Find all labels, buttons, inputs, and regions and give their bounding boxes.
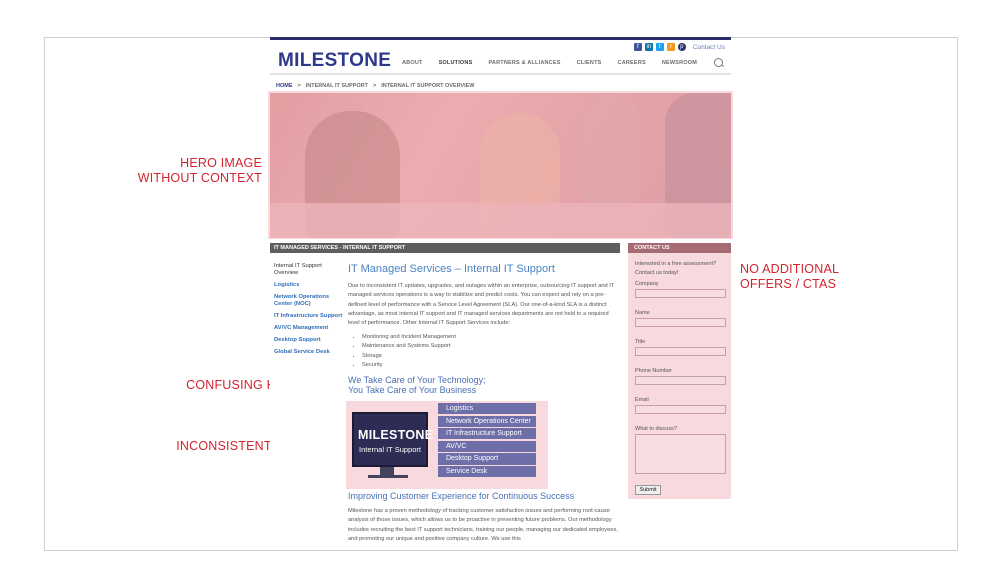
title-field[interactable]	[635, 347, 726, 356]
site-logo[interactable]: MILESTONE	[278, 50, 391, 72]
sidebar-item-avvc[interactable]: AV/VC Management	[274, 325, 344, 332]
list-item: Maintenance and Systems Support	[362, 342, 456, 351]
email-field[interactable]	[635, 405, 726, 414]
methodology-paragraph: Milestone has a proven methodology of tr…	[348, 508, 618, 542]
services-graphic: MILESTONE Internal IT Support Logistics …	[346, 401, 548, 489]
annotation-hero-line1: HERO IMAGE	[180, 156, 262, 170]
graphic-service-item: Desktop Support	[438, 453, 536, 465]
graphic-service-item: Logistics	[438, 403, 536, 415]
annotation-hero: HERO IMAGE WITHOUT CONTEXT	[120, 156, 262, 186]
name-label: Name	[635, 310, 650, 316]
sidebar-item-infrastructure[interactable]: IT Infrastructure Support	[274, 313, 344, 320]
list-item: Security	[362, 361, 456, 370]
breadcrumb-current: INTERNAL IT SUPPORT OVERVIEW	[381, 83, 475, 89]
annotation-offers: NO ADDITIONAL OFFERS / CTAS	[740, 262, 890, 292]
discuss-label: What to discuss?	[635, 426, 677, 432]
list-item: Storage	[362, 352, 456, 361]
submit-button[interactable]: Submit	[635, 485, 661, 495]
name-field[interactable]	[635, 318, 726, 327]
annotation-offers-line1: NO ADDITIONAL	[740, 262, 840, 276]
main-nav: ABOUT SOLUTIONS PARTNERS & ALLIANCES CLI…	[394, 60, 705, 66]
annotation-offers-line2: OFFERS / CTAS	[740, 277, 837, 291]
section-title-bar: IT MANAGED SERVICES - INTERNAL IT SUPPOR…	[270, 243, 620, 253]
intro-paragraph: Due to inconsistent IT updates, upgrades…	[348, 283, 615, 327]
annotation-hero-line2: WITHOUT CONTEXT	[137, 171, 262, 185]
sidebar-item-logistics[interactable]: Logistics	[274, 282, 344, 289]
title-label: Title	[635, 339, 646, 345]
search-icon[interactable]	[714, 58, 723, 67]
contact-form-panel: CONTACT US Interested in a free assessme…	[628, 243, 731, 499]
graphic-service-item: AV/VC	[438, 440, 536, 453]
breadcrumb: HOME > INTERNAL IT SUPPORT > INTERNAL IT SUP…	[276, 83, 475, 89]
services-bullet-list: Monitoring and Incident Management Maint…	[356, 333, 456, 370]
graphic-service-list: Logistics Network Operations Center IT I…	[438, 403, 536, 479]
breadcrumb-internal-it[interactable]: INTERNAL IT SUPPORT	[306, 83, 368, 89]
company-field[interactable]	[635, 289, 726, 298]
subheading-technology-line2: You Take Care of Your Business	[348, 385, 477, 395]
monitor-base	[368, 475, 408, 478]
sidebar-item-desktop[interactable]: Desktop Support	[274, 337, 344, 344]
list-item: Monitoring and Incident Management	[362, 333, 456, 342]
highlight-hero	[268, 91, 733, 239]
top-accent-bar	[270, 37, 731, 40]
sidebar-nav: Internal IT Support Overview Logistics N…	[274, 263, 344, 361]
company-label: Company	[635, 281, 659, 287]
subheading-technology: We Take Care of Your Technology; You Tak…	[348, 375, 486, 395]
nav-about[interactable]: ABOUT	[394, 60, 431, 66]
graphic-subtitle: Internal IT Support	[359, 445, 421, 454]
phone-label: Phone Number	[635, 368, 672, 374]
sidebar-item-noc[interactable]: Network Operations Center (NOC)	[274, 294, 344, 308]
monitor-illustration: MILESTONE Internal IT Support	[352, 412, 433, 467]
twitter-icon[interactable]: t	[655, 43, 664, 51]
nav-divider	[270, 73, 731, 75]
social-links: f in t r p Contact Us	[633, 43, 725, 51]
graphic-service-item: Network Operations Center	[438, 415, 536, 427]
facebook-icon[interactable]: f	[633, 43, 642, 51]
phone-field[interactable]	[635, 376, 726, 385]
linkedin-icon[interactable]: in	[644, 43, 653, 51]
sidebar-item-service-desk[interactable]: Global Service Desk	[274, 349, 344, 356]
nav-partners[interactable]: PARTNERS & ALLIANCES	[480, 60, 568, 66]
pinterest-icon[interactable]: p	[677, 43, 686, 51]
graphic-logo: MILESTONE	[358, 428, 434, 442]
subheading-technology-line1: We Take Care of Your Technology;	[348, 375, 486, 385]
monitor-stand	[380, 467, 394, 475]
rss-icon[interactable]: r	[666, 43, 675, 51]
nav-clients[interactable]: CLIENTS	[569, 60, 610, 66]
contact-header: CONTACT US	[628, 243, 731, 253]
nav-newsroom[interactable]: NEWSROOM	[654, 60, 705, 66]
nav-solutions[interactable]: SOLUTIONS	[431, 60, 481, 66]
nav-careers[interactable]: CAREERS	[610, 60, 654, 66]
subheading-customer-experience: Improving Customer Experience for Contin…	[348, 491, 575, 501]
breadcrumb-home[interactable]: HOME	[276, 83, 293, 89]
page-title: IT Managed Services – Internal IT Suppor…	[348, 263, 555, 275]
contact-us-link[interactable]: Contact Us	[693, 44, 725, 51]
graphic-service-item: Service Desk	[438, 465, 536, 478]
email-label: Email	[635, 397, 649, 403]
graphic-service-item: IT Infrastructure Support	[438, 428, 536, 440]
sidebar-item-overview[interactable]: Internal IT Support Overview	[274, 263, 344, 277]
contact-intro: Interested in a free assessment? Contact…	[635, 261, 717, 276]
discuss-textarea[interactable]	[635, 434, 726, 474]
